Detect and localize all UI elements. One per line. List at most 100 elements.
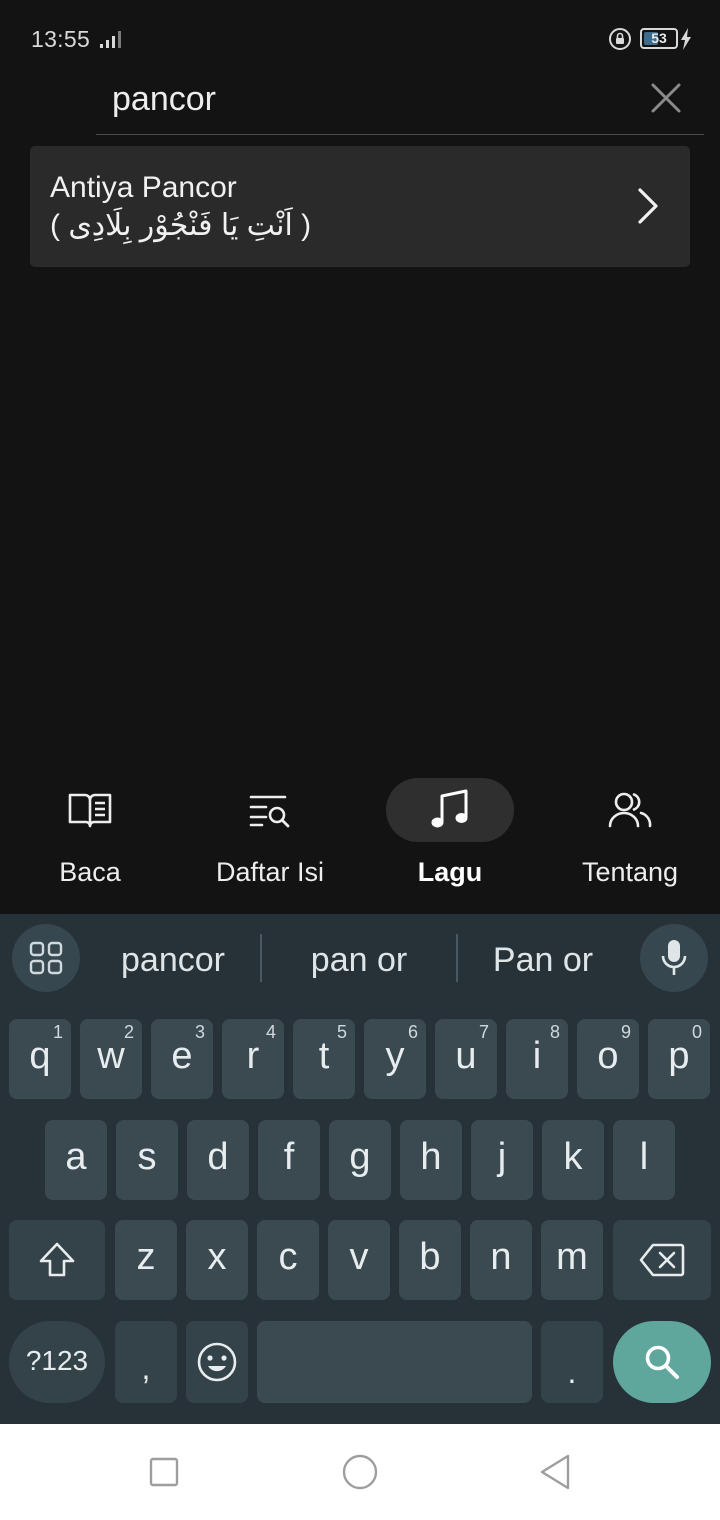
key-label: x xyxy=(207,1236,227,1278)
key-m[interactable]: m xyxy=(541,1220,603,1300)
back-icon[interactable] xyxy=(536,1452,576,1492)
emoji-icon xyxy=(197,1342,237,1382)
suggestion-3[interactable]: Pan or xyxy=(460,938,626,982)
nav-item-tentang[interactable]: Tentang xyxy=(540,760,720,914)
key-j[interactable]: j xyxy=(471,1120,533,1200)
suggestion-2[interactable]: pan or xyxy=(264,938,454,982)
key-t[interactable]: t5 xyxy=(293,1019,355,1099)
key-h[interactable]: h xyxy=(400,1120,462,1200)
status-bar: 13:55 53 xyxy=(0,0,720,76)
bottom-navigation: Baca Daftar Isi Lagu Tentang xyxy=(0,760,720,914)
symbols-key-label: ?123 xyxy=(25,1345,89,1376)
search-value[interactable]: pancor xyxy=(112,80,216,119)
on-screen-keyboard: pancor pan or Pan or q1w2e3r4t5y6u7i8o9p… xyxy=(0,914,720,1424)
key-q[interactable]: q1 xyxy=(9,1019,71,1099)
key-label: n xyxy=(490,1236,512,1278)
key-label: d xyxy=(207,1136,229,1178)
nav-label-tentang: Tentang xyxy=(581,857,679,887)
key-u[interactable]: u7 xyxy=(435,1019,497,1099)
key-label: a xyxy=(65,1136,87,1178)
result-subtitle: ( اَنْتِ يَا فَنْجُوْر بِلَادِى ) xyxy=(50,209,312,242)
key-label: j xyxy=(497,1136,507,1178)
key-label: k xyxy=(563,1136,583,1178)
result-title: Antiya Pancor xyxy=(50,171,237,204)
key-label: f xyxy=(283,1136,295,1178)
key-label: z xyxy=(136,1236,156,1278)
system-navigation-bar xyxy=(0,1424,720,1520)
shift-icon xyxy=(39,1242,75,1277)
key-d[interactable]: d xyxy=(187,1120,249,1200)
backspace-icon xyxy=(639,1243,685,1277)
key-hint: 9 xyxy=(620,1022,631,1042)
key-label: c xyxy=(278,1236,298,1278)
key-l[interactable]: l xyxy=(613,1120,675,1200)
nav-label-daftar-isi: Daftar Isi xyxy=(215,857,325,887)
key-label: l xyxy=(639,1136,649,1178)
key-label: s xyxy=(137,1136,157,1178)
key-hint: 4 xyxy=(265,1022,276,1042)
search-input[interactable]: pancor xyxy=(96,68,704,135)
rotation-lock-icon xyxy=(609,28,631,50)
key-g[interactable]: g xyxy=(329,1120,391,1200)
key-hint: 7 xyxy=(478,1022,489,1042)
period-key-label: . xyxy=(567,1354,577,1390)
people-icon xyxy=(608,792,652,828)
nav-label-lagu: Lagu xyxy=(417,857,483,887)
key-o[interactable]: o9 xyxy=(577,1019,639,1099)
shift-key[interactable] xyxy=(9,1220,105,1300)
key-hint: 0 xyxy=(691,1022,702,1042)
comma-key-label: , xyxy=(141,1350,151,1386)
emoji-key[interactable] xyxy=(186,1321,248,1403)
key-y[interactable]: y6 xyxy=(364,1019,426,1099)
key-hint: 2 xyxy=(123,1022,134,1042)
backspace-key[interactable] xyxy=(613,1220,711,1300)
microphone-icon xyxy=(661,940,687,975)
key-c[interactable]: c xyxy=(257,1220,319,1300)
grid-icon xyxy=(29,941,63,975)
period-key[interactable]: . xyxy=(541,1321,603,1403)
nav-item-baca[interactable]: Baca xyxy=(0,760,180,914)
close-icon[interactable] xyxy=(648,80,684,116)
key-w[interactable]: w2 xyxy=(80,1019,142,1099)
key-label: m xyxy=(556,1236,588,1278)
key-v[interactable]: v xyxy=(328,1220,390,1300)
charging-icon xyxy=(681,28,691,50)
key-i[interactable]: i8 xyxy=(506,1019,568,1099)
key-hint: 1 xyxy=(52,1022,63,1042)
key-b[interactable]: b xyxy=(399,1220,461,1300)
key-z[interactable]: z xyxy=(115,1220,177,1300)
key-p[interactable]: p0 xyxy=(648,1019,710,1099)
key-e[interactable]: e3 xyxy=(151,1019,213,1099)
key-n[interactable]: n xyxy=(470,1220,532,1300)
voice-input-button[interactable] xyxy=(640,924,708,992)
key-hint: 3 xyxy=(194,1022,205,1042)
battery-icon: 53 xyxy=(640,28,678,49)
nav-item-lagu[interactable]: Lagu xyxy=(360,760,540,914)
space-key[interactable] xyxy=(257,1321,532,1403)
key-x[interactable]: x xyxy=(186,1220,248,1300)
key-s[interactable]: s xyxy=(116,1120,178,1200)
recents-icon[interactable] xyxy=(144,1452,184,1492)
key-f[interactable]: f xyxy=(258,1120,320,1200)
key-label: v xyxy=(349,1236,369,1278)
search-key[interactable] xyxy=(613,1321,711,1403)
key-hint: 6 xyxy=(407,1022,418,1042)
key-label: g xyxy=(349,1136,371,1178)
key-label: b xyxy=(419,1236,441,1278)
symbols-key[interactable]: ?123 xyxy=(9,1321,105,1403)
key-label: h xyxy=(420,1136,442,1178)
comma-key[interactable]: , xyxy=(115,1321,177,1403)
key-k[interactable]: k xyxy=(542,1120,604,1200)
book-icon xyxy=(68,793,112,828)
search-icon xyxy=(645,1345,679,1379)
home-icon[interactable] xyxy=(340,1452,380,1492)
suggestion-1[interactable]: pancor xyxy=(88,938,258,982)
key-a[interactable]: a xyxy=(45,1120,107,1200)
key-r[interactable]: r4 xyxy=(222,1019,284,1099)
search-result-item[interactable]: Antiya Pancor ( اَنْتِ يَا فَنْجُوْر بِل… xyxy=(30,146,690,267)
key-hint: 8 xyxy=(549,1022,560,1042)
signal-icon xyxy=(100,31,121,48)
keyboard-menu-button[interactable] xyxy=(12,924,80,992)
nav-item-daftar-isi[interactable]: Daftar Isi xyxy=(180,760,360,914)
status-time: 13:55 xyxy=(31,26,91,52)
